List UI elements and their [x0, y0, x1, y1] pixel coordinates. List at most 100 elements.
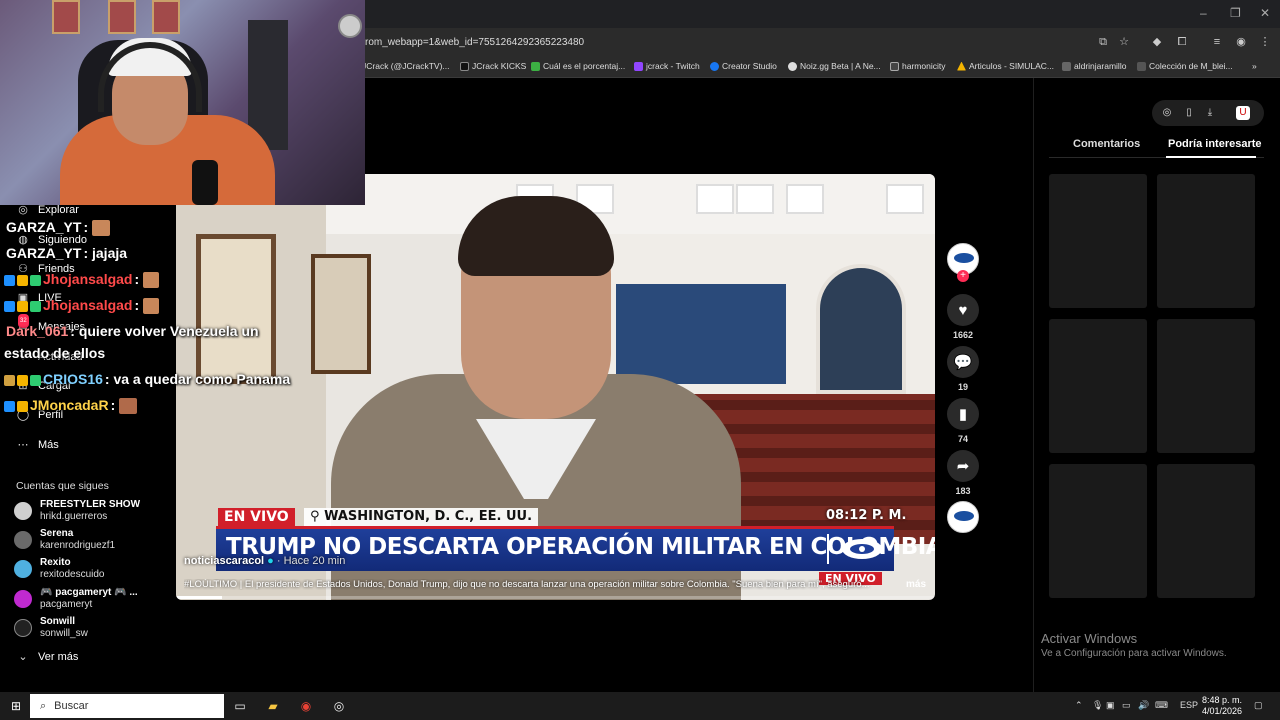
- volume-icon[interactable]: 🔊: [1138, 700, 1149, 711]
- chat-message: estado de ellos: [4, 345, 105, 361]
- tray-app-icon[interactable]: ▣: [1106, 700, 1115, 711]
- obs-icon[interactable]: ◎: [331, 698, 347, 714]
- bookmark-item[interactable]: JCrack KICKS: [460, 61, 526, 71]
- prime-badge-icon: [4, 274, 15, 286]
- prime-badge-icon: [4, 300, 15, 312]
- ceiling-light: [736, 184, 774, 214]
- video-progress-track[interactable]: [176, 596, 935, 599]
- like-button[interactable]: ♥: [947, 294, 979, 326]
- windows-start-icon[interactable]: ⊞: [8, 698, 24, 714]
- share-button[interactable]: ➦: [947, 450, 979, 482]
- see-more-button[interactable]: ⌄ Ver más: [16, 650, 78, 664]
- app-logo-icon[interactable]: U: [1236, 106, 1250, 120]
- ceiling-light: [696, 184, 734, 214]
- video-author[interactable]: noticiascaracol ● · Hace 20 min: [184, 555, 345, 567]
- bookmark-item[interactable]: JCrack (@JCrackTV)...: [362, 61, 450, 71]
- bookmark-item[interactable]: jcrack - Twitch: [634, 61, 700, 71]
- author-name[interactable]: noticiascaracol: [184, 555, 264, 567]
- file-explorer-icon[interactable]: ▰: [265, 698, 281, 714]
- follow-plus-button[interactable]: +: [957, 270, 969, 282]
- more-dots-icon: ⋯: [17, 439, 29, 451]
- extensions-puzzle-icon[interactable]: ⧠: [1175, 35, 1189, 49]
- sidebar-item-explorar[interactable]: ◎ Explorar: [16, 203, 79, 217]
- suggested-video-thumb[interactable]: [1157, 319, 1255, 453]
- suggested-video-thumb[interactable]: [1049, 174, 1147, 308]
- chat-user: JMoncadaR: [30, 397, 109, 413]
- activate-windows-subtitle: Ve a Configuración para activar Windows.: [1041, 648, 1227, 659]
- bookmark-favicon: [1062, 61, 1071, 71]
- chat-text: :: [134, 297, 140, 313]
- url-field[interactable]: rom_webapp=1&web_id=7551264292365223480: [365, 37, 584, 48]
- suggested-video-thumb[interactable]: [1157, 464, 1255, 598]
- followed-account[interactable]: FREESTYLER SHOW hrikd.guerreros: [14, 499, 140, 523]
- browser-menu-icon[interactable]: ⋮: [1258, 35, 1272, 49]
- bookmark-item[interactable]: harmonicity: [890, 61, 945, 71]
- install-app-icon[interactable]: ⧉: [1096, 35, 1110, 49]
- followed-account[interactable]: Sonwill sonwill_sw: [14, 616, 88, 640]
- followed-account[interactable]: Rexito rexitodescuido: [14, 557, 104, 581]
- emote-icon: [143, 272, 160, 289]
- tray-chevron-icon[interactable]: ⌃: [1075, 700, 1083, 711]
- sound-avatar[interactable]: [947, 501, 979, 533]
- sub-badge-icon: [17, 400, 28, 412]
- tab-podria-interesarte[interactable]: Podría interesarte: [1168, 138, 1262, 150]
- close-window-button[interactable]: ✕: [1260, 6, 1270, 20]
- wall-poster: [52, 0, 80, 34]
- gift-badge-icon: [30, 274, 41, 286]
- more-bookmarks-icon[interactable]: »: [1252, 61, 1257, 71]
- bookmark-item[interactable]: Cuál es el porcentaj...: [531, 61, 625, 71]
- network-icon[interactable]: ▭: [1122, 700, 1131, 711]
- download-icon[interactable]: ⤓: [1203, 106, 1217, 120]
- briefing-room-backdrop: [616, 284, 786, 384]
- chat-text: : quiere volver Venezuela un: [70, 323, 259, 339]
- gift-badge-icon: [30, 374, 41, 386]
- mic-icon[interactable]: 🎙: [1092, 700, 1103, 711]
- bookmark-item[interactable]: aldrinjaramillo: [1062, 61, 1126, 71]
- keyboard-icon[interactable]: ⌨: [1155, 700, 1168, 711]
- autoscroll-icon[interactable]: ◎: [1160, 106, 1174, 120]
- bookmark-star-icon[interactable]: ☆: [1117, 35, 1131, 49]
- chat-text: : va a quedar como Panama: [104, 371, 291, 387]
- maximize-button[interactable]: ❐: [1230, 6, 1241, 20]
- caption-more-button[interactable]: más: [906, 579, 926, 590]
- avatar: [14, 502, 32, 520]
- suggested-video-thumb[interactable]: [1049, 464, 1147, 598]
- language-indicator[interactable]: ESP: [1180, 700, 1198, 710]
- chat-message: CRIOS16: va a quedar como Panama: [4, 371, 290, 387]
- notifications-icon[interactable]: ▢: [1254, 700, 1263, 711]
- chrome-icon[interactable]: ◉: [298, 698, 314, 714]
- bookmark-item[interactable]: Articulos - SIMULAC...: [957, 61, 1054, 71]
- bookmark-item[interactable]: Noiz.gg Beta | A Ne...: [788, 61, 881, 71]
- suggested-video-thumb[interactable]: [1049, 319, 1147, 453]
- location-tag: ⚲ WASHINGTON, D. C., EE. UU.: [304, 508, 539, 526]
- streamer-webcam: [0, 0, 365, 205]
- followed-account[interactable]: Serena karenrodriguezf1: [14, 528, 115, 552]
- profile-icon[interactable]: ◉: [1234, 35, 1248, 49]
- twitch-icon: [634, 61, 643, 71]
- media-control-icon[interactable]: ≡: [1210, 35, 1224, 49]
- extension-icon[interactable]: ◆: [1150, 35, 1164, 49]
- suggested-video-thumb[interactable]: [1157, 174, 1255, 308]
- verified-icon: ●: [267, 555, 274, 567]
- taskbar-search[interactable]: ⌕ Buscar: [30, 694, 224, 718]
- comment-button[interactable]: 💬: [947, 346, 979, 378]
- video-player[interactable]: EN VIVO ⚲ WASHINGTON, D. C., EE. UU. 08:…: [176, 174, 935, 600]
- sidebar-item-mas[interactable]: ⋯ Más: [16, 438, 59, 452]
- bookmark-item[interactable]: Creator Studio: [710, 61, 777, 71]
- tab-comentarios[interactable]: Comentarios: [1073, 138, 1140, 150]
- chat-text: :: [134, 271, 140, 287]
- followed-account[interactable]: 🎮 pacgameryt 🎮 ... pacgameryt: [14, 587, 138, 611]
- wall-poster: [152, 0, 180, 34]
- taskbar-clock[interactable]: 8:48 p. m. 4/01/2026: [1202, 695, 1242, 717]
- save-button[interactable]: ▮: [947, 398, 979, 430]
- emote-icon: [92, 220, 111, 237]
- chat-user: Jhojansalgad: [43, 271, 133, 287]
- video-progress-fill: [176, 596, 222, 599]
- minimize-button[interactable]: –: [1200, 6, 1207, 20]
- phone-icon[interactable]: ▯: [1182, 106, 1196, 120]
- sub-badge-icon: [17, 374, 28, 386]
- avatar: [14, 531, 32, 549]
- bookmark-item[interactable]: Colección de M_blei...: [1137, 61, 1233, 71]
- task-view-icon[interactable]: ▭: [232, 698, 248, 714]
- folder-icon: [1137, 61, 1146, 71]
